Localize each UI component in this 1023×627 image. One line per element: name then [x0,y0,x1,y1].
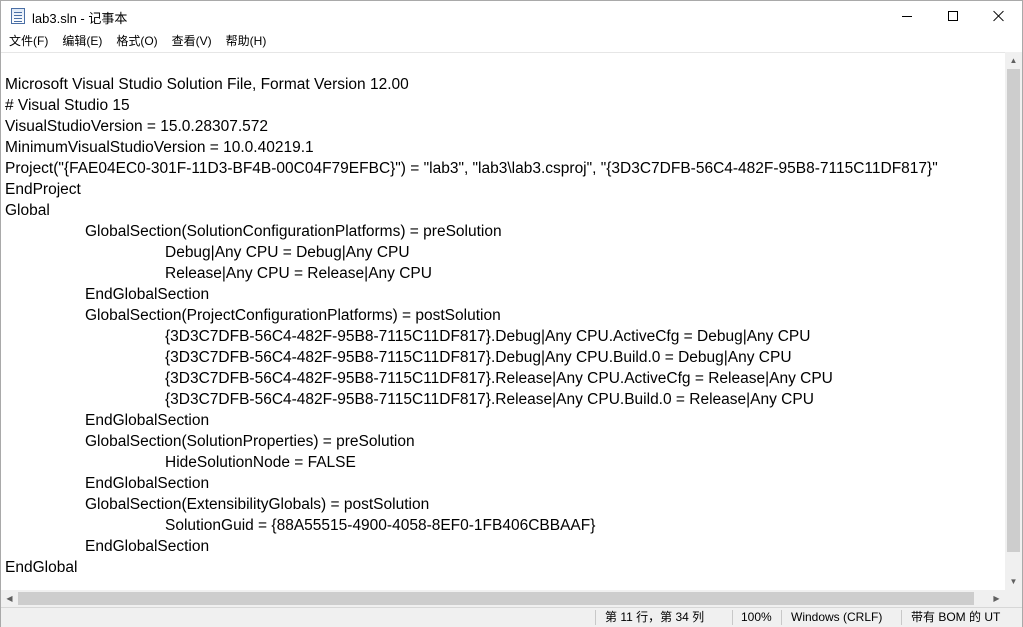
text-line: {3D3C7DFB-56C4-482F-95B8-7115C11DF817}.D… [165,328,811,345]
window-title: lab3.sln - 记事本 [32,11,128,26]
line-ending: Windows (CRLF) [791,610,883,624]
text-line: GlobalSection(ExtensibilityGlobals) = po… [85,496,430,513]
chevron-left-icon: ◀ [6,594,13,603]
text-line: SolutionGuid = {88A55515-4900-4058-8EF0-… [165,517,596,534]
maximize-button[interactable] [930,1,976,31]
text-editor[interactable]: Microsoft Visual Studio Solution File, F… [1,52,1005,590]
minimize-icon [902,15,912,17]
text-line: {3D3C7DFB-56C4-482F-95B8-7115C11DF817}.D… [165,349,792,366]
notepad-icon[interactable] [11,8,25,24]
text-line: EndGlobalSection [85,475,210,492]
menu-help[interactable]: 帮助(H) [219,31,274,52]
status-divider [901,610,902,625]
cursor-position: 第 11 行，第 34 列 [605,610,705,624]
menu-format[interactable]: 格式(O) [109,31,164,52]
text-line: GlobalSection(ProjectConfigurationPlatfo… [85,307,501,324]
status-bar: 第 11 行，第 34 列 100% Windows (CRLF) 带有 BOM… [1,607,1022,627]
text-line: Global [5,202,50,219]
text-line: GlobalSection(SolutionConfigurationPlatf… [85,223,502,240]
text-line: EndGlobalSection [85,286,210,303]
text-line: Debug|Any CPU = Debug|Any CPU [165,244,410,261]
maximize-icon [948,11,958,21]
status-divider [781,610,782,625]
text-line: EndGlobalSection [85,412,210,429]
text-line: {3D3C7DFB-56C4-482F-95B8-7115C11DF817}.R… [165,370,833,387]
zoom-level: 100% [741,610,772,624]
text-line: Microsoft Visual Studio Solution File, F… [5,76,409,93]
scroll-left-button[interactable]: ◀ [1,590,18,607]
text-line: HideSolutionNode = FALSE [165,454,356,471]
text-line: VisualStudioVersion = 15.0.28307.572 [5,118,268,135]
status-divider [595,610,596,625]
text-line: # Visual Studio 15 [5,97,130,114]
text-line: EndGlobal [5,559,78,576]
menu-file[interactable]: 文件(F) [1,31,55,52]
chevron-down-icon: ▼ [1009,577,1018,586]
vertical-scroll-thumb[interactable] [1007,69,1020,552]
vertical-scrollbar[interactable]: ▲ ▼ [1005,52,1022,590]
text-line: Project("{FAE04EC0-301F-11D3-BF4B-00C04F… [5,160,938,177]
chevron-up-icon: ▲ [1009,56,1018,65]
menu-edit[interactable]: 编辑(E) [55,31,109,52]
status-divider [732,610,733,625]
notepad-window: lab3.sln - 记事本 文件(F) 编辑(E) 格式(O) 查看(V) 帮… [0,0,1023,627]
horizontal-scrollbar[interactable]: ◀ ▶ [1,590,1005,607]
title-bar[interactable]: lab3.sln - 记事本 [1,1,1022,31]
text-line: MinimumVisualStudioVersion = 10.0.40219.… [5,139,314,156]
encoding: 带有 BOM 的 UT [911,610,1001,624]
close-icon [993,10,1005,22]
scrollbar-corner [1005,590,1022,607]
menu-bar: 文件(F) 编辑(E) 格式(O) 查看(V) 帮助(H) [1,31,1022,52]
text-line: Release|Any CPU = Release|Any CPU [165,265,432,282]
chevron-right-icon: ▶ [993,594,1000,603]
scroll-up-button[interactable]: ▲ [1005,52,1022,69]
text-line: EndProject [5,181,81,198]
scroll-right-button[interactable]: ▶ [988,590,1005,607]
horizontal-scroll-thumb[interactable] [18,592,974,605]
text-line: EndGlobalSection [85,538,210,555]
minimize-button[interactable] [884,1,930,31]
text-line: GlobalSection(SolutionProperties) = preS… [85,433,415,450]
text-line: {3D3C7DFB-56C4-482F-95B8-7115C11DF817}.R… [165,391,814,408]
scroll-down-button[interactable]: ▼ [1005,573,1022,590]
menu-view[interactable]: 查看(V) [165,31,219,52]
close-button[interactable] [976,1,1022,31]
